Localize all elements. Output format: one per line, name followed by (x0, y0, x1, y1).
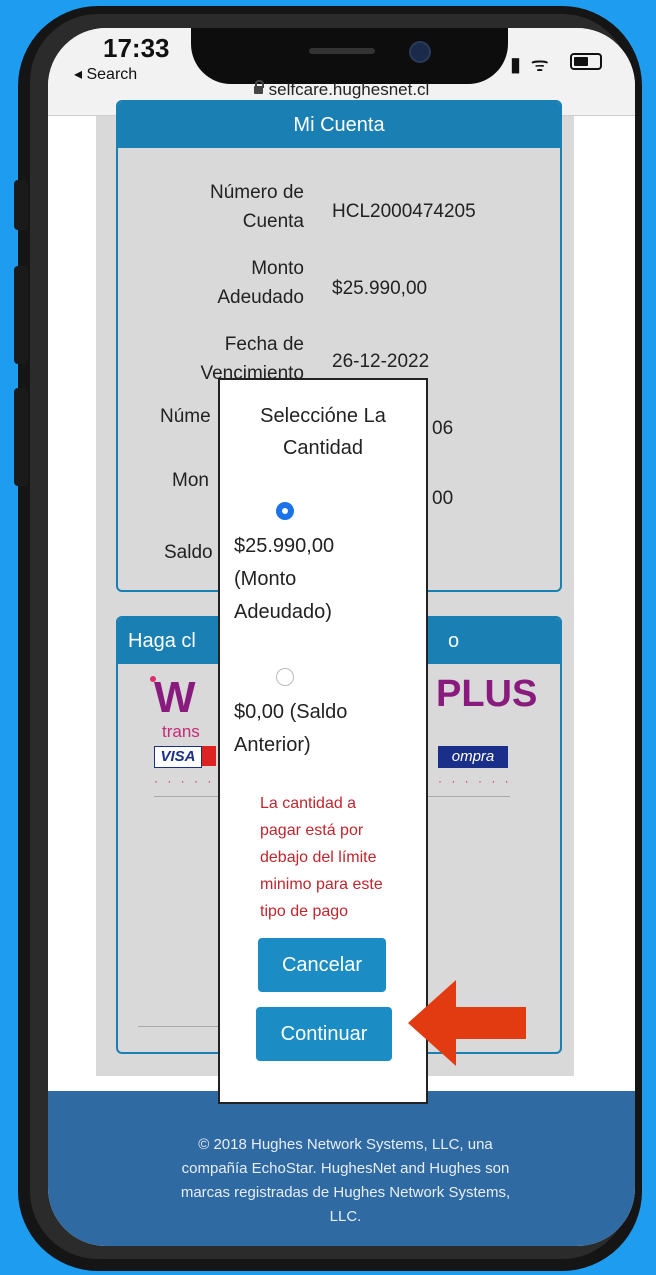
cancel-button[interactable]: Cancelar (258, 938, 386, 992)
address-bar[interactable]: selfcare.hughesnet.cl (48, 80, 635, 100)
amount-due-value: $25.990,00 (332, 278, 428, 299)
number-value-partial: 06 (432, 418, 454, 439)
due-date-value: 26-12-2022 (332, 351, 430, 372)
payment-header-partial-left: Haga cl (128, 630, 196, 652)
logo-subtitle: trans (162, 722, 200, 741)
status-time: 17:33 (103, 33, 170, 63)
redcompra-logo: ompra (438, 746, 508, 768)
continue-button[interactable]: Continuar (256, 1007, 392, 1061)
amount-due-label: Monto Adeudado (217, 258, 304, 308)
mastercard-logo (202, 746, 216, 766)
amount-select-modal: Seleccióne La Cantidad $25.990,00 (Monto… (218, 378, 428, 1104)
battery-icon (570, 53, 602, 70)
footer-copyright: © 2018 Hughes Network Systems, LLC, una … (180, 1136, 511, 1225)
account-card-title: Mi Cuenta (118, 102, 560, 148)
url-text: selfcare.hughesnet.cl (268, 80, 430, 99)
webpay-logo[interactable]: W (154, 673, 196, 723)
phone-notch (191, 28, 508, 84)
account-number-value: HCL2000474205 (332, 201, 476, 222)
number-label-partial: Núme (160, 406, 211, 427)
option-amount-due-label[interactable]: $25.990,00 (Monto Adeudado) (234, 530, 424, 629)
modal-title: Seleccióne La Cantidad (260, 405, 386, 459)
option-previous-balance-label[interactable]: $0,00 (Saldo Anterior) (234, 696, 424, 762)
page-footer: © 2018 Hughes Network Systems, LLC, una … (48, 1091, 635, 1246)
speaker-grille (309, 48, 375, 54)
payment-header-partial-right: o (448, 630, 460, 652)
phone-screen: 17:33 ◂ Search ▮ ᯤ selfcare.hughesnet.cl… (48, 28, 635, 1246)
volume-down-button (14, 388, 28, 486)
arrow-left-icon (408, 980, 526, 1066)
webpay-plus-logo[interactable]: PLUS (436, 673, 537, 716)
radio-previous-balance[interactable] (276, 668, 294, 686)
front-camera (409, 41, 431, 63)
amount-value-partial: 00 (432, 488, 454, 509)
balance-label-partial: Saldo (164, 542, 213, 563)
radio-amount-due[interactable] (276, 502, 294, 520)
account-number-label: Número de Cuenta (210, 182, 304, 232)
visa-logo: VISA (154, 746, 202, 768)
signal-wifi-icon: ▮ ᯤ (510, 54, 551, 76)
amount-label-partial: Mon (172, 470, 209, 491)
minimum-limit-error: La cantidad a pagar está por debajo del … (260, 795, 383, 920)
volume-up-button (14, 266, 28, 364)
mute-switch (14, 180, 28, 230)
lock-icon (253, 80, 264, 94)
decorative-dots-right: · · · · · · (438, 774, 512, 788)
payment-divider-bottom (138, 1026, 218, 1027)
decorative-dots-left: · · · · · · (154, 774, 228, 788)
